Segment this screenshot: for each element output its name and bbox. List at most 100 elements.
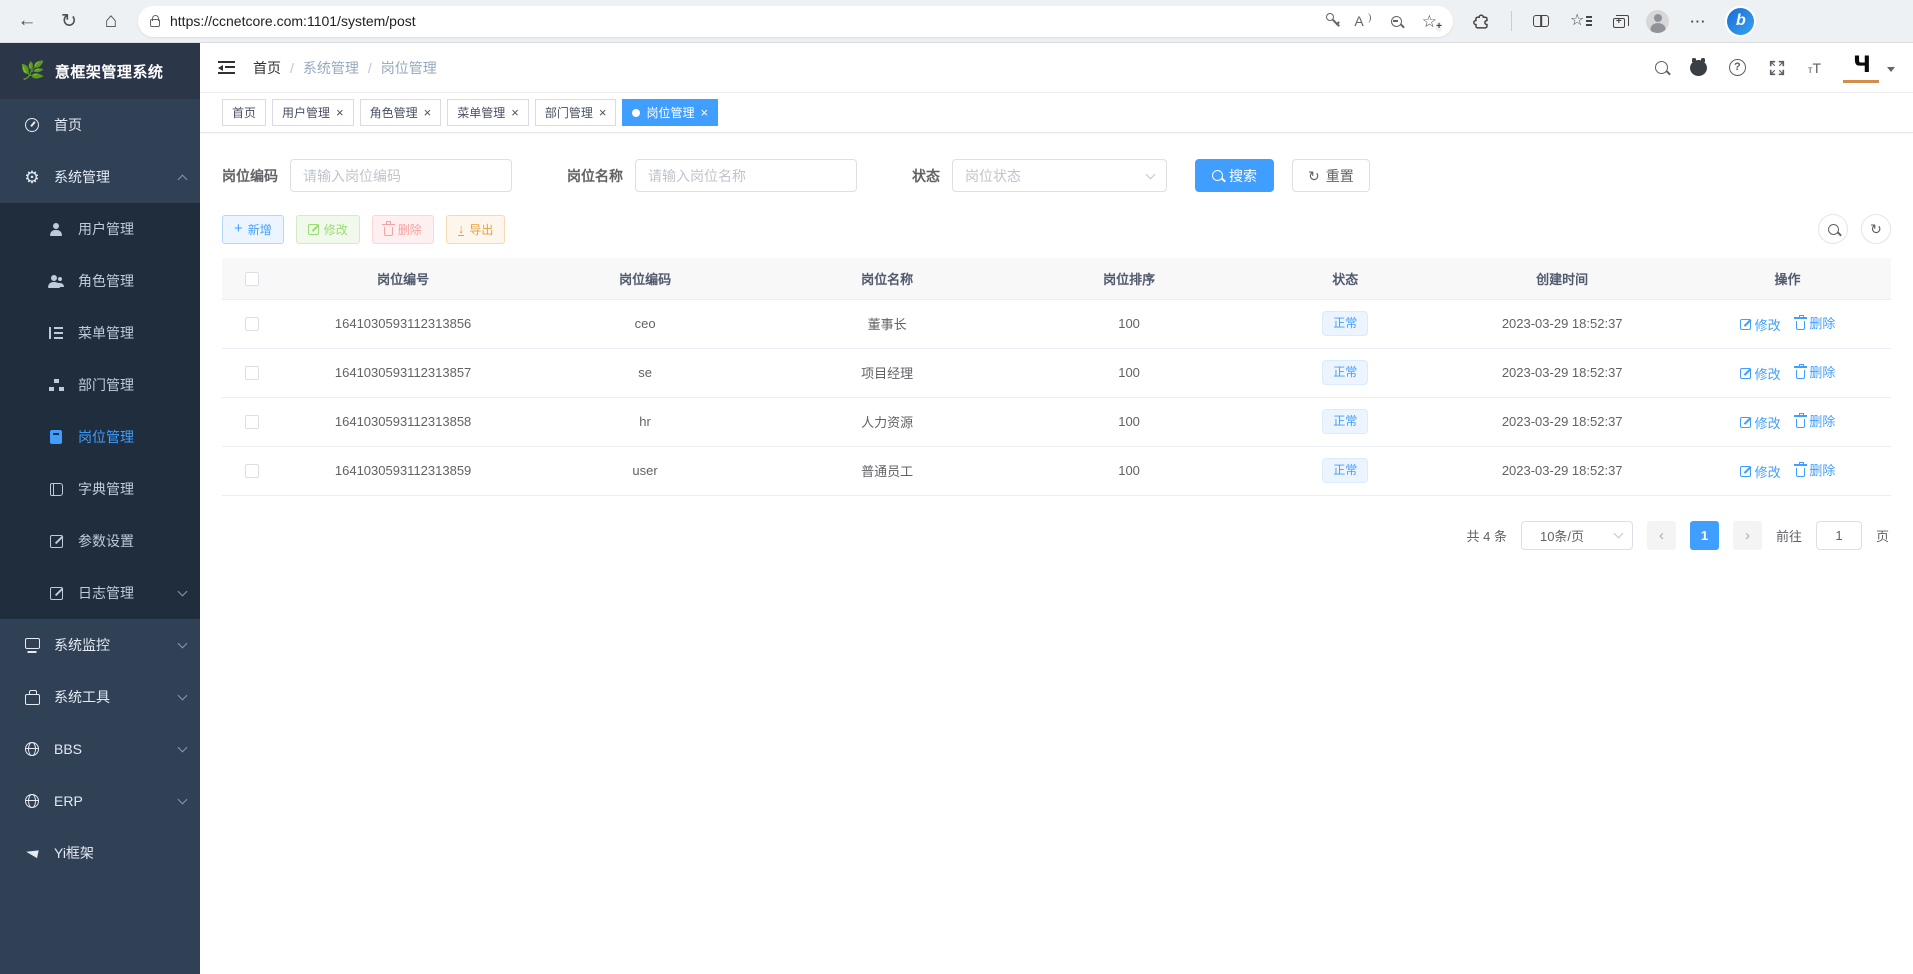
prev-page-button[interactable]: ‹ (1647, 521, 1676, 550)
read-aloud-icon[interactable]: A (1354, 13, 1370, 29)
cell-post-code: se (524, 348, 766, 397)
url-text[interactable]: https://ccnetcore.com:1101/system/post (170, 13, 1326, 29)
sidebar-item-menu-management[interactable]: 菜单管理 (0, 307, 200, 359)
total-count: 共 4 条 (1467, 526, 1507, 545)
browser-back-button[interactable]: ← (10, 4, 44, 38)
app-logo: 🌿 意框架管理系统 (0, 43, 200, 99)
page-size-select[interactable]: 10条/页 (1521, 521, 1633, 550)
browser-refresh-button[interactable]: ↻ (52, 4, 86, 38)
back-icon: ← (18, 10, 37, 32)
sidebar-item-bbs[interactable]: BBS (0, 723, 200, 775)
table-row: 1641030593112313859 user 普通员工 100 正常 202… (222, 446, 1891, 495)
refresh-table-button[interactable]: ↻ (1861, 214, 1891, 244)
sidebar-item-param-settings[interactable]: 参数设置 (0, 515, 200, 567)
fullscreen-icon[interactable] (1768, 59, 1786, 77)
sidebar-item-system-monitor[interactable]: 系统监控 (0, 619, 200, 671)
row-delete-link[interactable]: 删除 (1796, 362, 1835, 381)
sidebar-item-role-management[interactable]: 角色管理 (0, 255, 200, 307)
cell-created: 2023-03-29 18:52:37 (1440, 348, 1684, 397)
row-edit-link[interactable]: 修改 (1740, 315, 1781, 334)
edit-icon (1740, 319, 1751, 330)
sidebar-item-erp[interactable]: ERP (0, 775, 200, 827)
cell-post-code: ceo (524, 299, 766, 348)
row-delete-link[interactable]: 删除 (1796, 460, 1835, 479)
sidebar-item-home[interactable]: 首页 (0, 99, 200, 151)
user-menu[interactable]: Ч (1843, 53, 1895, 83)
tab-menu-management[interactable]: 菜单管理 × (447, 99, 529, 126)
sidebar-item-system-tools[interactable]: 系统工具 (0, 671, 200, 723)
row-edit-link[interactable]: 修改 (1740, 413, 1781, 432)
search-icon[interactable] (1655, 61, 1668, 74)
tab-user-management[interactable]: 用户管理 × (272, 99, 354, 126)
search-button[interactable]: 搜索 (1195, 159, 1274, 192)
show-search-button[interactable] (1818, 214, 1848, 244)
tab-role-management[interactable]: 角色管理 × (360, 99, 442, 126)
row-edit-link[interactable]: 修改 (1740, 462, 1781, 481)
close-icon[interactable]: × (700, 105, 708, 120)
export-button[interactable]: ↓ 导出 (446, 215, 506, 244)
close-icon[interactable]: × (336, 105, 344, 120)
sidebar-item-yi-framework[interactable]: Yi框架 (0, 827, 200, 879)
sidebar-item-post-management[interactable]: 岗位管理 (0, 411, 200, 463)
goto-page-input[interactable] (1816, 521, 1862, 550)
github-icon[interactable] (1690, 60, 1707, 76)
browser-profile-avatar[interactable] (1646, 10, 1669, 33)
tab-home[interactable]: 首页 (222, 99, 266, 126)
trash-icon (1796, 370, 1805, 379)
tab-dept-management[interactable]: 部门管理 × (535, 99, 617, 126)
tab-post-management[interactable]: 岗位管理 × (622, 99, 718, 126)
collections-icon[interactable] (1613, 18, 1625, 28)
edit-button[interactable]: 修改 (296, 215, 360, 244)
post-name-input[interactable] (635, 159, 857, 192)
reset-button[interactable]: ↻ 重置 (1292, 159, 1370, 192)
sidebar-item-system-management[interactable]: ⚙ 系统管理 (0, 151, 200, 203)
sidebar-item-dept-management[interactable]: 部门管理 (0, 359, 200, 411)
row-delete-link[interactable]: 删除 (1796, 411, 1835, 430)
help-icon[interactable]: ? (1729, 59, 1746, 76)
post-code-input[interactable] (290, 159, 512, 192)
col-status: 状态 (1250, 258, 1440, 299)
status-select[interactable]: 岗位状态 (952, 159, 1167, 192)
table-toolbar: + 新增 修改 删除 ↓ 导出 ↻ (222, 214, 1891, 244)
row-checkbox[interactable] (245, 366, 259, 380)
close-icon[interactable]: × (599, 105, 607, 120)
table-row: 1641030593112313856 ceo 董事长 100 正常 2023-… (222, 299, 1891, 348)
row-edit-link[interactable]: 修改 (1740, 364, 1781, 383)
row-delete-link[interactable]: 删除 (1796, 313, 1835, 332)
next-page-button[interactable]: › (1733, 521, 1762, 550)
globe-icon (24, 742, 40, 756)
bing-chat-icon[interactable]: b (1727, 8, 1754, 35)
tag-view-bar: 首页 用户管理 × 角色管理 × 菜单管理 × 部门管理 × 岗位管理 × (200, 93, 1913, 133)
dictionary-icon (48, 483, 64, 496)
add-favorite-icon[interactable]: ☆ (1422, 13, 1437, 30)
row-checkbox[interactable] (245, 415, 259, 429)
zoom-out-icon[interactable] (1391, 16, 1402, 27)
sidebar-item-dict-management[interactable]: 字典管理 (0, 463, 200, 515)
page-1-button[interactable]: 1 (1690, 521, 1719, 550)
favorites-icon[interactable]: ☆ (1570, 13, 1592, 29)
refresh-icon: ↻ (1870, 222, 1882, 236)
font-size-icon[interactable]: тT (1808, 60, 1821, 76)
breadcrumb-home[interactable]: 首页 (253, 58, 281, 78)
toolbox-icon (24, 690, 40, 705)
browser-menu-icon[interactable]: ··· (1690, 14, 1706, 29)
password-key-icon[interactable] (1325, 11, 1336, 22)
select-all-checkbox[interactable] (245, 272, 259, 286)
user-avatar[interactable]: Ч (1843, 53, 1879, 83)
table-header-row: 岗位编号 岗位编码 岗位名称 岗位排序 状态 创建时间 操作 (222, 258, 1891, 299)
sidebar-item-log-management[interactable]: 日志管理 (0, 567, 200, 619)
address-bar[interactable]: https://ccnetcore.com:1101/system/post A… (138, 6, 1453, 37)
add-button[interactable]: + 新增 (222, 215, 284, 244)
browser-essentials-icon[interactable] (1471, 12, 1490, 31)
close-icon[interactable]: × (511, 105, 519, 120)
browser-home-button[interactable]: ⌂ (94, 4, 128, 38)
refresh-icon: ↻ (61, 10, 77, 33)
row-checkbox[interactable] (245, 464, 259, 478)
split-screen-icon[interactable] (1533, 15, 1549, 27)
delete-button[interactable]: 删除 (372, 215, 434, 244)
sidebar-item-user-management[interactable]: 用户管理 (0, 203, 200, 255)
sidebar-collapse-icon[interactable] (218, 61, 235, 75)
row-checkbox[interactable] (245, 317, 259, 331)
col-post-sort: 岗位排序 (1008, 258, 1250, 299)
close-icon[interactable]: × (424, 105, 432, 120)
